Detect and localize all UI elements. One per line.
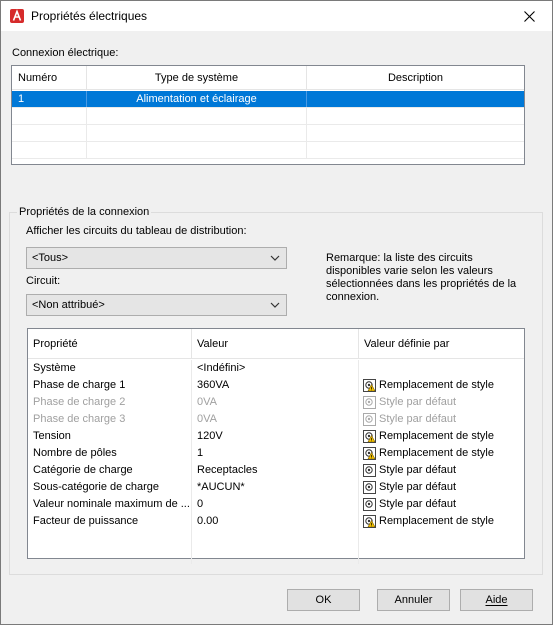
help-button[interactable]: Aide — [460, 589, 533, 611]
empty-row — [28, 547, 524, 564]
property-row[interactable]: Phase de charge 1 360VA Remplacement de st… — [28, 377, 524, 394]
circuit-select-value: <Non attribué> — [32, 299, 105, 311]
connexion-list[interactable]: Numéro Type de système Description 1 Ali… — [11, 65, 525, 165]
property-row[interactable]: Phase de charge 2 0VA Style par défaut — [28, 394, 524, 411]
property-row[interactable]: Tension 120V Remplacement de style — [28, 428, 524, 445]
style-default-icon — [363, 498, 376, 511]
property-row[interactable]: Nombre de pôles 1 Remplacement de style — [28, 445, 524, 462]
property-source: Style par défaut — [359, 479, 524, 496]
property-source: Remplacement de style — [359, 513, 524, 530]
property-row[interactable]: Système <Indéfini> — [28, 360, 524, 377]
style-default-icon — [363, 481, 376, 494]
property-source-label: Style par défaut — [379, 413, 457, 425]
connexion-type: Alimentation et éclairage — [87, 91, 307, 107]
override-warning-icon — [363, 447, 376, 460]
circuit-select[interactable]: <Non attribué> — [26, 294, 287, 316]
property-name: Tension — [28, 428, 192, 445]
connexion-description — [307, 91, 524, 107]
property-value[interactable]: 0VA — [192, 394, 359, 411]
property-value[interactable]: Receptacles — [192, 462, 359, 479]
connexion-label: Connexion électrique: — [12, 47, 119, 59]
property-row[interactable]: Valeur nominale maximum de ... 0 Style par… — [28, 496, 524, 513]
property-value[interactable]: 0 — [192, 496, 359, 513]
window-title: Propriétés électriques — [31, 9, 148, 23]
style-default-icon — [363, 413, 376, 426]
property-value[interactable]: *AUCUN* — [192, 479, 359, 496]
electrical-properties-dialog: Propriétés électriques Connexion électri… — [0, 0, 553, 625]
override-warning-icon — [363, 379, 376, 392]
property-source-label: Remplacement de style — [379, 515, 494, 527]
property-name: Nombre de pôles — [28, 445, 192, 462]
property-grid-header: Propriété Valeur Valeur définie par — [28, 329, 524, 359]
property-value[interactable]: 1 — [192, 445, 359, 462]
ok-button[interactable]: OK — [287, 589, 360, 611]
property-name: Facteur de puissance — [28, 513, 192, 530]
property-grid[interactable]: Propriété Valeur Valeur définie par Syst… — [27, 328, 525, 564]
property-row[interactable]: Phase de charge 3 0VA Style par défaut — [28, 411, 524, 428]
property-source-label: Style par défaut — [379, 498, 457, 510]
property-source: Remplacement de style — [359, 377, 524, 394]
property-value[interactable]: <Indéfini> — [192, 360, 359, 377]
connexion-row[interactable]: 1 Alimentation et éclairage — [12, 91, 524, 108]
property-source: Style par défaut — [359, 394, 524, 411]
property-row[interactable]: Catégorie de charge Receptacles Style par … — [28, 462, 524, 479]
column-header-propriete[interactable]: Propriété — [28, 329, 192, 359]
property-name: Phase de charge 3 — [28, 411, 192, 428]
empty-row — [12, 125, 524, 142]
property-value[interactable]: 0.00 — [192, 513, 359, 530]
property-source-label: Remplacement de style — [379, 447, 494, 459]
close-icon — [523, 10, 535, 22]
column-header-numero[interactable]: Numéro — [12, 66, 87, 90]
circuit-label: Circuit: — [26, 275, 61, 287]
property-source: Style par défaut — [359, 496, 524, 513]
title-bar: Propriétés électriques — [1, 1, 552, 31]
override-warning-icon — [363, 430, 376, 443]
property-name: Valeur nominale maximum de ... — [28, 496, 192, 513]
style-default-icon — [363, 464, 376, 477]
connexion-list-header: Numéro Type de système Description — [12, 66, 524, 90]
empty-row — [28, 530, 524, 547]
property-value[interactable]: 0VA — [192, 411, 359, 428]
property-source-label: Remplacement de style — [379, 430, 494, 442]
column-header-valeur[interactable]: Valeur — [192, 329, 359, 359]
circuit-note: Remarque: la liste des circuits disponib… — [326, 252, 517, 303]
property-row[interactable]: Facteur de puissance 0.00 Remplacement de … — [28, 513, 524, 530]
chevron-down-icon — [270, 255, 280, 261]
column-header-description[interactable]: Description — [307, 66, 524, 90]
property-source-label: Remplacement de style — [379, 379, 494, 391]
cancel-button[interactable]: Annuler — [377, 589, 450, 611]
style-default-icon — [363, 396, 376, 409]
property-source: Remplacement de style — [359, 428, 524, 445]
property-source: Style par défaut — [359, 462, 524, 479]
app-logo-icon — [10, 9, 24, 23]
property-row[interactable]: Sous-catégorie de charge *AUCUN* Style par… — [28, 479, 524, 496]
property-value[interactable]: 120V — [192, 428, 359, 445]
property-source: Style par défaut — [359, 411, 524, 428]
override-warning-icon — [363, 515, 376, 528]
property-source — [359, 360, 524, 377]
help-button-label: Aide — [485, 594, 508, 606]
property-name: Catégorie de charge — [28, 462, 192, 479]
column-header-source[interactable]: Valeur définie par — [359, 329, 524, 359]
property-name: Phase de charge 1 — [28, 377, 192, 394]
connexion-numero: 1 — [12, 91, 87, 107]
close-button[interactable] — [506, 1, 552, 31]
property-name: Phase de charge 2 — [28, 394, 192, 411]
group-legend: Propriétés de la connexion — [17, 206, 152, 218]
panel-select-value: <Tous> — [32, 252, 69, 264]
property-source-label: Style par défaut — [379, 481, 457, 493]
property-name: Système — [28, 360, 192, 377]
property-source: Remplacement de style — [359, 445, 524, 462]
property-name: Sous-catégorie de charge — [28, 479, 192, 496]
property-source-label: Style par défaut — [379, 464, 457, 476]
property-value[interactable]: 360VA — [192, 377, 359, 394]
empty-row — [12, 142, 524, 159]
column-header-type[interactable]: Type de système — [87, 66, 307, 90]
panel-select[interactable]: <Tous> — [26, 247, 287, 269]
chevron-down-icon — [270, 302, 280, 308]
empty-row — [12, 108, 524, 125]
property-source-label: Style par défaut — [379, 396, 457, 408]
panel-circuits-label: Afficher les circuits du tableau de dist… — [26, 225, 247, 237]
